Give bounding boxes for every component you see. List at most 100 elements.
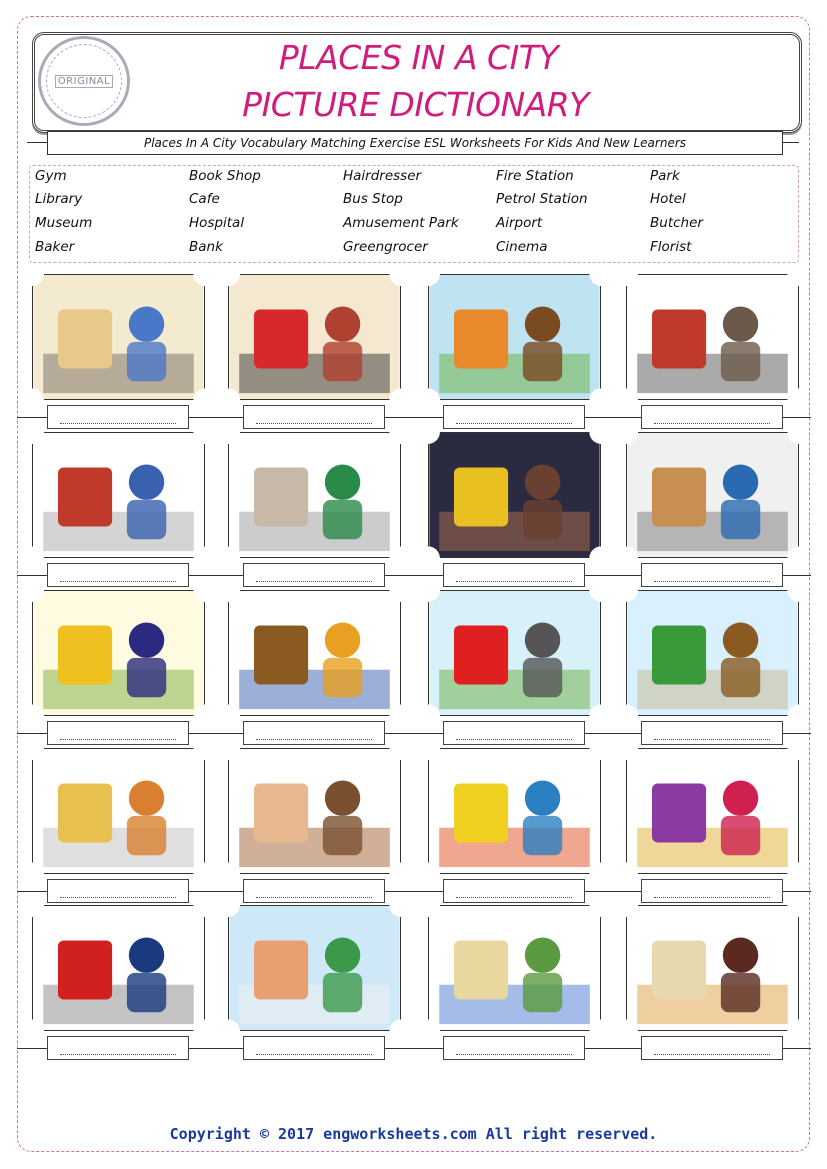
answer-field[interactable] [243, 563, 385, 587]
answer-field[interactable] [47, 721, 189, 745]
word-bank-item: Book Shop [189, 168, 261, 184]
amusement-park-illustration [627, 749, 798, 873]
dotted-writing-line [654, 423, 770, 424]
museum-illustration [229, 433, 400, 557]
picture-card-cinema [428, 432, 601, 558]
picture-card-park [626, 590, 799, 716]
petrol-station-illustration [33, 906, 204, 1030]
word-bank-item: Hospital [189, 215, 245, 231]
word-bank-item: Park [650, 168, 680, 184]
subtitle: Places In A City Vocabulary Matching Exe… [47, 131, 783, 155]
greengrocer-illustration [429, 275, 600, 399]
word-bank-item: Bus Stop [343, 191, 403, 207]
picture-card-bus-stop [626, 274, 799, 400]
gym-illustration [429, 749, 600, 873]
word-bank-item: Butcher [650, 215, 703, 231]
dotted-writing-line [654, 739, 770, 740]
picture-card-airport [428, 590, 601, 716]
hotel-illustration [229, 906, 400, 1030]
dotted-writing-line [456, 897, 572, 898]
dotted-writing-line [654, 581, 770, 582]
picture-card-baker [32, 748, 205, 874]
word-bank-item: Airport [496, 215, 543, 231]
copyright-footer: Copyright © 2017 engworksheets.com All r… [169, 1125, 658, 1143]
answer-field[interactable] [243, 405, 385, 429]
fire-station-illustration [229, 275, 400, 399]
dotted-writing-line [456, 581, 572, 582]
florist-illustration [33, 433, 204, 557]
word-bank-item: Greengrocer [343, 239, 428, 255]
dotted-writing-line [60, 1054, 176, 1055]
answer-field[interactable] [641, 879, 783, 903]
dotted-writing-line [456, 1054, 572, 1055]
word-bank-item: Amusement Park [343, 215, 459, 231]
answer-field[interactable] [443, 1036, 585, 1060]
hospital-illustration [429, 906, 600, 1030]
page-title-line2: PICTURE DICTIONARY [242, 85, 589, 124]
dotted-writing-line [60, 581, 176, 582]
answer-field[interactable] [641, 563, 783, 587]
picture-card-library [228, 590, 401, 716]
word-bank-item: Hotel [650, 191, 686, 207]
answer-field[interactable] [641, 721, 783, 745]
picture-card-hairdresser [32, 274, 205, 400]
dotted-writing-line [256, 739, 372, 740]
word-bank-item: Florist [650, 239, 692, 255]
answer-field[interactable] [641, 1036, 783, 1060]
word-bank-item: Fire Station [496, 168, 574, 184]
picture-card-fire-station [228, 274, 401, 400]
answer-field[interactable] [443, 405, 585, 429]
answer-field[interactable] [641, 405, 783, 429]
dotted-writing-line [456, 423, 572, 424]
word-bank-item: Museum [35, 215, 93, 231]
word-bank-item: Hairdresser [343, 168, 422, 184]
dotted-writing-line [60, 739, 176, 740]
dotted-writing-line [654, 897, 770, 898]
picture-card-bank [626, 905, 799, 1031]
word-bank-item: Cinema [496, 239, 548, 255]
picture-card-hospital [428, 905, 601, 1031]
picture-card-butcher [228, 748, 401, 874]
answer-field[interactable] [243, 721, 385, 745]
bank-illustration [627, 906, 798, 1030]
picture-card-florist [32, 432, 205, 558]
word-bank-item: Petrol Station [496, 191, 588, 207]
dotted-writing-line [256, 423, 372, 424]
cafe-illustration [33, 591, 204, 715]
dotted-writing-line [256, 1054, 372, 1055]
word-bank: Gym Book Shop Hairdresser Fire Station Park L… [29, 165, 799, 263]
answer-field[interactable] [443, 721, 585, 745]
page-title-line1: PLACES IN A CITY [278, 38, 559, 77]
picture-card-petrol-station [32, 905, 205, 1031]
book-shop-illustration [627, 433, 798, 557]
hairdresser-illustration [33, 275, 204, 399]
answer-field[interactable] [47, 563, 189, 587]
answer-field[interactable] [243, 879, 385, 903]
answer-field[interactable] [47, 1036, 189, 1060]
word-bank-item: Cafe [189, 191, 220, 207]
word-bank-item: Gym [35, 168, 67, 184]
word-bank-item: Library [35, 191, 83, 207]
dotted-writing-line [256, 897, 372, 898]
answer-field[interactable] [47, 405, 189, 429]
dotted-writing-line [654, 1054, 770, 1055]
picture-card-greengrocer [428, 274, 601, 400]
picture-card-book-shop [626, 432, 799, 558]
library-illustration [229, 591, 400, 715]
cinema-illustration [429, 433, 600, 557]
picture-card-hotel [228, 905, 401, 1031]
dotted-writing-line [60, 423, 176, 424]
airport-illustration [429, 591, 600, 715]
word-bank-item: Bank [189, 239, 223, 255]
dotted-writing-line [456, 739, 572, 740]
word-bank-item: Baker [35, 239, 75, 255]
baker-illustration [33, 749, 204, 873]
answer-field[interactable] [243, 1036, 385, 1060]
answer-field[interactable] [443, 563, 585, 587]
butcher-illustration [229, 749, 400, 873]
picture-card-gym [428, 748, 601, 874]
answer-field[interactable] [443, 879, 585, 903]
bus-stop-illustration [627, 275, 798, 399]
park-illustration [627, 591, 798, 715]
answer-field[interactable] [47, 879, 189, 903]
